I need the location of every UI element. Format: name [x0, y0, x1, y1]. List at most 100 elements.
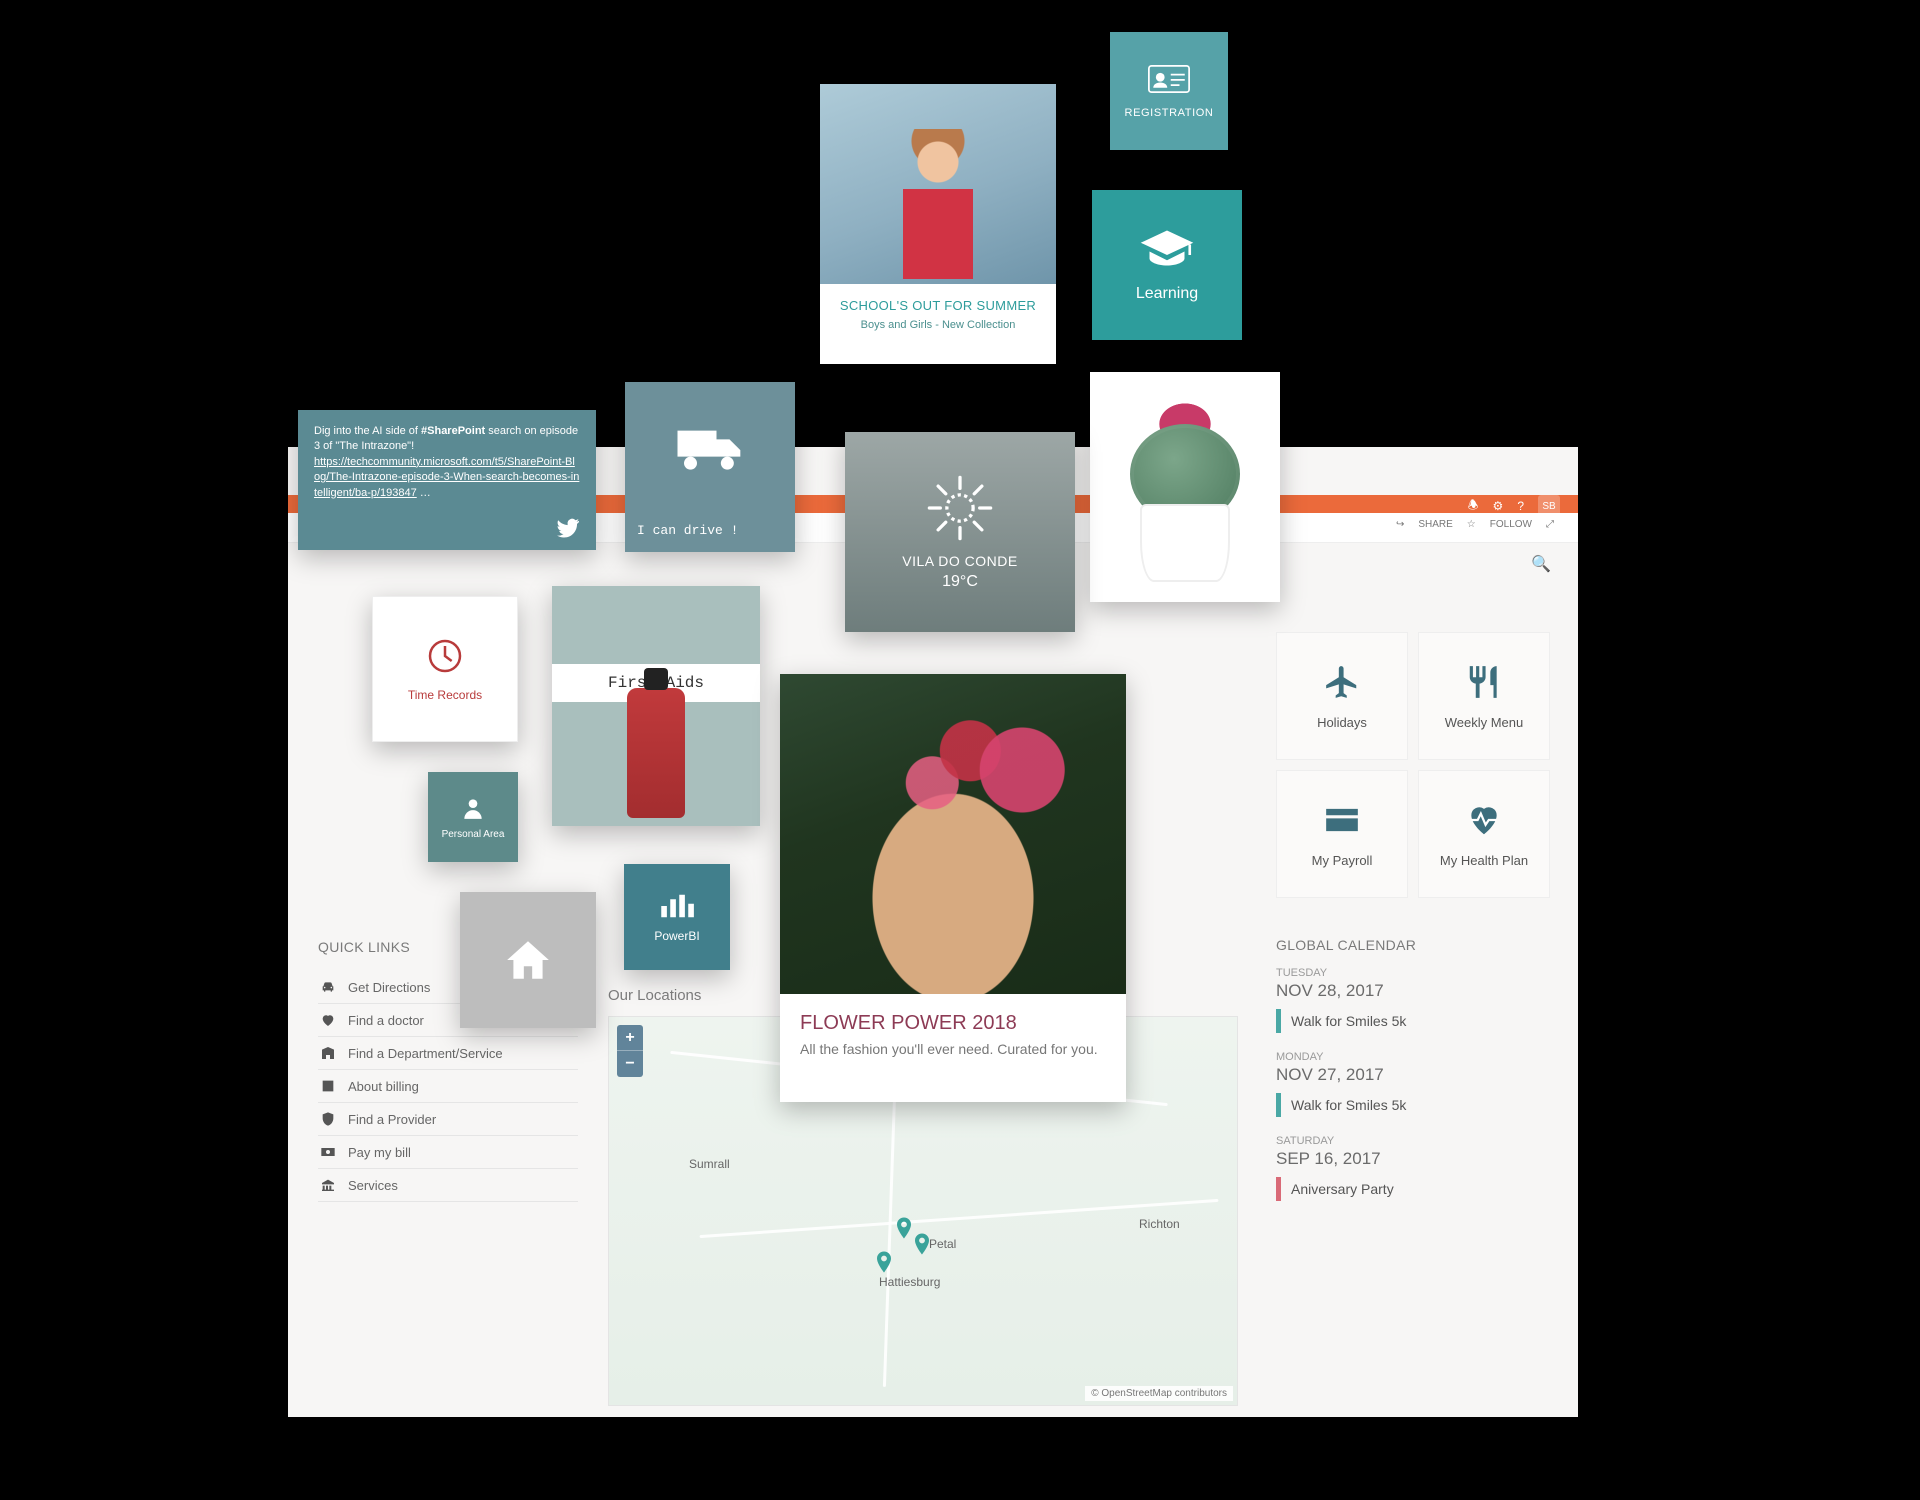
graduation-cap-icon — [1139, 227, 1195, 269]
tile-time-records[interactable]: Time Records — [372, 596, 518, 742]
card-flower-power[interactable]: FLOWER POWER 2018 All the fashion you'll… — [780, 674, 1126, 1102]
link-label: Pay my bill — [348, 1145, 411, 1160]
calendar-event: Aniversary Party — [1276, 1177, 1550, 1201]
tile-truck[interactable]: I can drive ! — [625, 382, 795, 552]
car-icon — [320, 979, 336, 995]
tile-label: Personal Area — [442, 829, 505, 840]
tile-weekly-menu[interactable]: Weekly Menu — [1418, 632, 1550, 760]
tile-label: Holidays — [1317, 715, 1367, 730]
card-icon — [1319, 801, 1365, 839]
tile-label: Weekly Menu — [1445, 715, 1524, 730]
tile-personal-area[interactable]: Personal Area — [428, 772, 518, 862]
expand-icon[interactable]: ⤢ — [1546, 519, 1554, 530]
tile-first-aids[interactable]: First Aids — [552, 586, 760, 826]
tile-learning[interactable]: Learning — [1092, 190, 1242, 340]
calendar-item[interactable]: SATURDAY SEP 16, 2017 Aniversary Party — [1276, 1135, 1550, 1201]
quick-link-billing[interactable]: About billing — [318, 1070, 578, 1103]
map-credit: © OpenStreetMap contributors — [1085, 1386, 1233, 1401]
follow-label[interactable]: FOLLOW — [1490, 519, 1532, 530]
heart-icon — [320, 1012, 336, 1028]
bar-actions: ↪ SHARE ☆ FOLLOW ⤢ — [1396, 519, 1554, 530]
search-icon[interactable]: 🔍 — [1528, 551, 1554, 577]
tile-my-payroll[interactable]: My Payroll — [1276, 770, 1408, 898]
bank-icon — [320, 1177, 336, 1193]
card-image — [820, 84, 1056, 284]
card-subtitle: Boys and Girls - New Collection — [820, 319, 1056, 345]
card-subtitle: All the fashion you'll ever need. Curate… — [780, 1041, 1126, 1075]
tile-label: Time Records — [408, 688, 482, 702]
link-label: Get Directions — [348, 980, 430, 995]
info-icon — [320, 1078, 336, 1094]
tile-weather[interactable]: VILA DO CONDE 19°C — [845, 432, 1075, 632]
calendar-day: TUESDAY — [1276, 967, 1550, 979]
quick-link-department[interactable]: Find a Department/Service — [318, 1037, 578, 1070]
suite-bar-right: 🕭 ⚙ ? SB — [1468, 495, 1560, 517]
zoom-out-button[interactable]: − — [617, 1051, 643, 1077]
card-schools-out[interactable]: SCHOOL'S OUT FOR SUMMER Boys and Girls -… — [820, 84, 1056, 364]
tile-registration[interactable]: REGISTRATION — [1110, 32, 1228, 150]
link-label: About billing — [348, 1079, 419, 1094]
calendar-day: SATURDAY — [1276, 1135, 1550, 1147]
tile-my-health-plan[interactable]: My Health Plan — [1418, 770, 1550, 898]
share-icon[interactable]: ↪ — [1396, 519, 1404, 530]
id-card-icon — [1148, 63, 1190, 95]
settings-icon[interactable]: ⚙ — [1493, 499, 1504, 513]
home-icon — [500, 935, 556, 985]
quick-link-provider[interactable]: Find a Provider — [318, 1103, 578, 1136]
tweet-prefix: Dig into the AI side of — [314, 425, 421, 437]
tile-home[interactable] — [460, 892, 596, 1028]
zoom-in-button[interactable]: + — [617, 1025, 643, 1051]
link-label: Find a Department/Service — [348, 1046, 503, 1061]
calendar-item[interactable]: MONDAY NOV 27, 2017 Walk for Smiles 5k — [1276, 1051, 1550, 1117]
tile-twitter[interactable]: Dig into the AI side of #SharePoint sear… — [298, 410, 596, 550]
tile-label: My Health Plan — [1440, 853, 1528, 868]
building-icon — [320, 1045, 336, 1061]
tile-label: My Payroll — [1312, 853, 1373, 868]
card-title: SCHOOL'S OUT FOR SUMMER — [820, 284, 1056, 319]
link-label: Find a doctor — [348, 1013, 424, 1028]
pot-shape — [1140, 504, 1230, 582]
truck-icon — [674, 422, 746, 474]
notification-icon[interactable]: 🕭 — [1468, 496, 1479, 517]
tile-holidays[interactable]: Holidays — [1276, 632, 1408, 760]
map-pin-icon[interactable] — [915, 1233, 929, 1255]
calendar-date: SEP 16, 2017 — [1276, 1149, 1550, 1169]
card-image — [780, 674, 1126, 994]
calendar-date: NOV 27, 2017 — [1276, 1065, 1550, 1085]
map-label-richton: Richton — [1139, 1217, 1180, 1231]
calendar-day: MONDAY — [1276, 1051, 1550, 1063]
weather-temp: 19°C — [942, 573, 978, 591]
clock-icon — [425, 636, 465, 676]
follow-icon[interactable]: ☆ — [1467, 519, 1476, 530]
tweet-link[interactable]: https://techcommunity.microsoft.com/t5/S… — [314, 456, 579, 499]
action-tile-grid: Holidays Weekly Menu My Payroll My Healt… — [1276, 632, 1550, 898]
quick-link-pay-bill[interactable]: Pay my bill — [318, 1136, 578, 1169]
link-label: Services — [348, 1178, 398, 1193]
tile-label: Learning — [1136, 285, 1198, 303]
twitter-icon — [554, 516, 582, 540]
share-label[interactable]: SHARE — [1418, 519, 1452, 530]
map-label-sumrall: Sumrall — [689, 1157, 730, 1171]
map-pin-icon[interactable] — [877, 1251, 891, 1273]
plane-icon — [1319, 663, 1365, 701]
user-icon — [460, 795, 486, 821]
tile-label: REGISTRATION — [1125, 107, 1214, 119]
heart-rate-icon — [1461, 801, 1507, 839]
truck-icon-wrap — [625, 382, 795, 513]
calendar-event: Walk for Smiles 5k — [1276, 1093, 1550, 1117]
help-icon[interactable]: ? — [1517, 499, 1524, 513]
extinguisher-shape — [627, 688, 685, 818]
tile-powerbi[interactable]: PowerBI — [624, 864, 730, 970]
cutlery-icon — [1461, 663, 1507, 701]
map-pin-icon[interactable] — [897, 1217, 911, 1239]
shield-icon — [320, 1111, 336, 1127]
map-label-petal: Petal — [929, 1237, 956, 1251]
tile-label: I can drive ! — [625, 513, 795, 552]
card-title: FLOWER POWER 2018 — [780, 994, 1126, 1041]
user-badge[interactable]: SB — [1538, 495, 1560, 517]
weather-city: VILA DO CONDE — [902, 553, 1017, 569]
calendar-event: Walk for Smiles 5k — [1276, 1009, 1550, 1033]
map-label-hattiesburg: Hattiesburg — [879, 1275, 940, 1289]
calendar-item[interactable]: TUESDAY NOV 28, 2017 Walk for Smiles 5k — [1276, 967, 1550, 1033]
quick-link-services[interactable]: Services — [318, 1169, 578, 1202]
